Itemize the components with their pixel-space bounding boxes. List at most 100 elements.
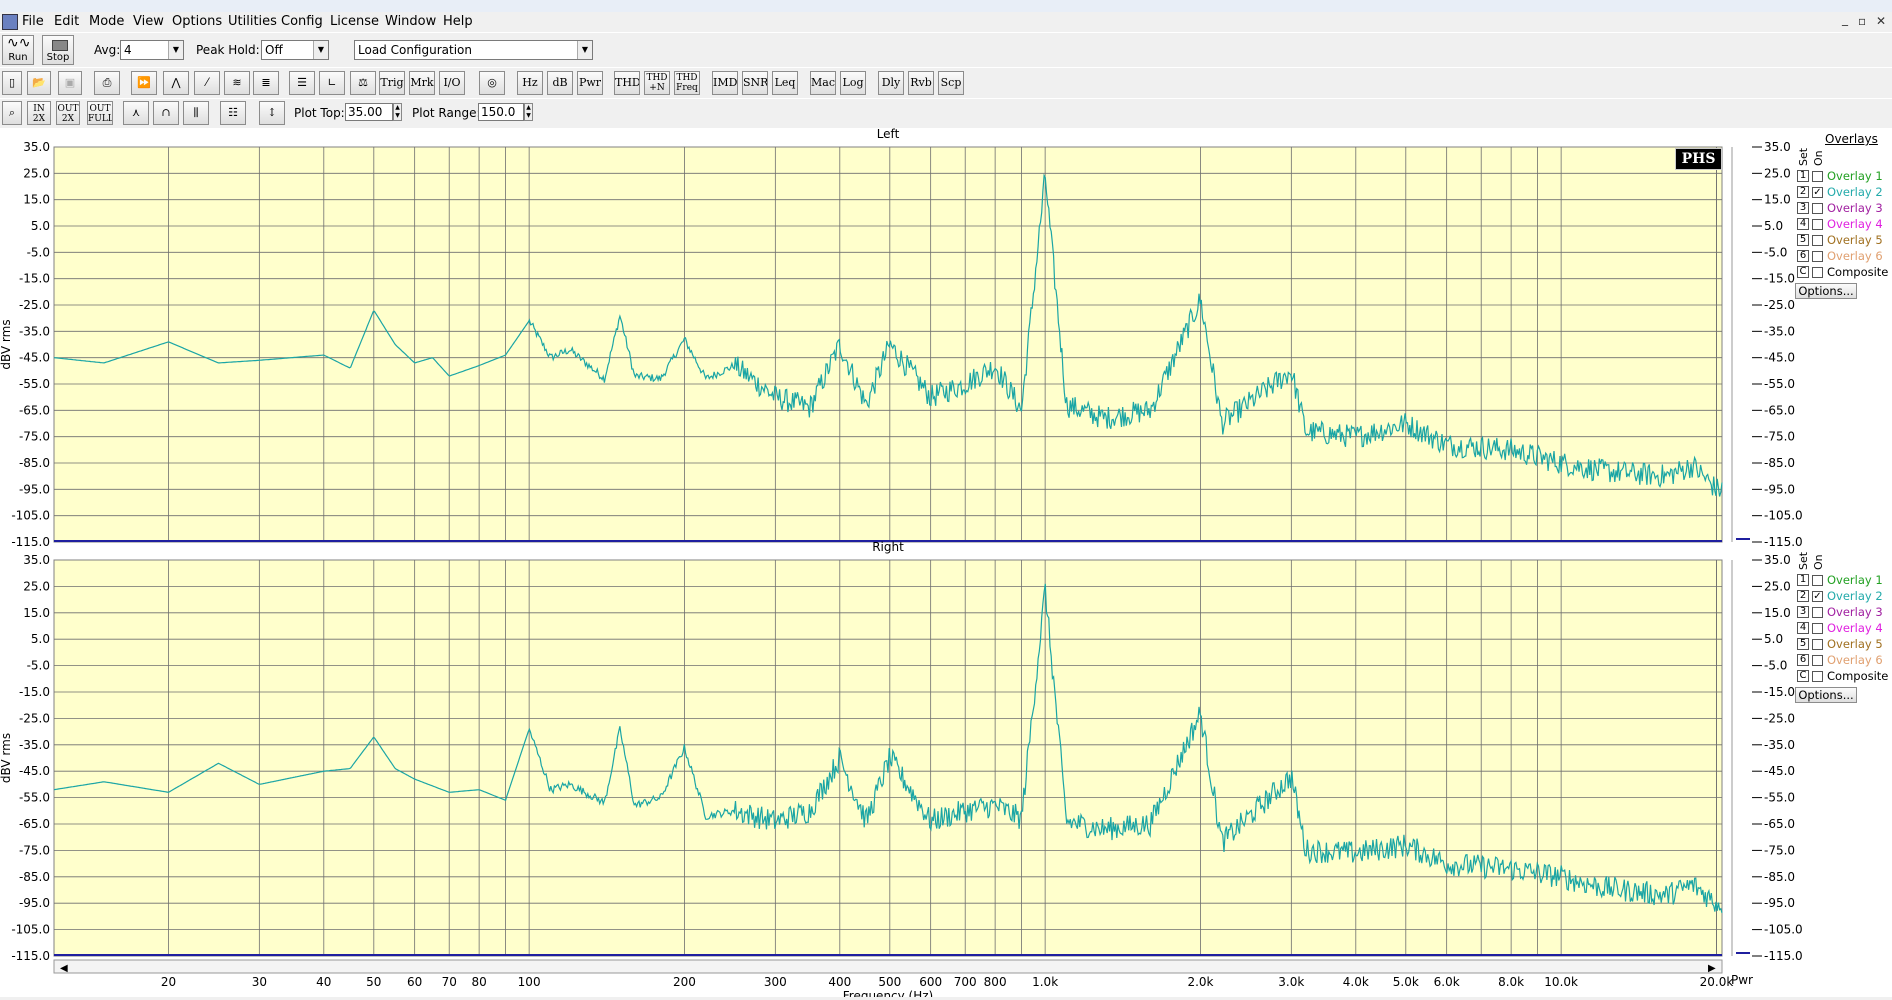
leq-button[interactable]: Leq [772,71,798,95]
thd-freq-button[interactable]: THD Freq [674,71,700,95]
range-icon[interactable]: ↕ [259,101,285,125]
app-icon[interactable] [2,14,18,30]
octave-icon[interactable]: ☰ [289,71,315,95]
chevron-down-icon[interactable]: ▼ [313,41,328,59]
open-icon[interactable]: 📂 [27,71,51,95]
restore-icon[interactable]: ▫ [1858,14,1866,28]
dly-button[interactable]: Dly [878,71,904,95]
minimize-icon[interactable]: _ [1842,12,1848,26]
generator-icon[interactable]: ◎ [479,71,505,95]
save-icon[interactable]: ▣ [58,71,82,95]
menu-license[interactable]: License [330,14,379,29]
overlay-checkbox[interactable] [1812,575,1823,586]
peak-hold-select[interactable]: Off ▼ [261,40,329,60]
menu-help[interactable]: Help [443,14,473,29]
menu-mode[interactable]: Mode [89,14,124,29]
mrk-button[interactable]: Mrk [409,71,435,95]
overlay-checkbox[interactable] [1812,623,1823,634]
overlay-checkbox[interactable] [1812,235,1823,246]
plot-top-spinner[interactable]: ▲ ▼ [393,103,402,121]
imd-button[interactable]: IMD [712,71,738,95]
overlay-checkbox[interactable] [1812,219,1823,230]
bars-icon[interactable]: ⫼ [183,101,209,125]
overlay-set-button[interactable]: 2 [1797,590,1809,602]
run-button[interactable]: ∿∿ Run [2,35,34,65]
log-button[interactable]: Log [840,71,866,95]
overlay-checkbox[interactable] [1812,607,1823,618]
chevron-down-icon[interactable]: ▼ [168,41,183,59]
overlay-checkbox[interactable] [1812,171,1823,182]
waterfall-icon[interactable]: ≋ [224,71,250,95]
horizontal-scrollbar[interactable] [53,959,1723,974]
overlay-options-button[interactable]: Options... [1795,687,1857,703]
avg-select[interactable]: 4 ▼ [120,40,184,60]
configuration-select[interactable]: Load Configuration ▼ [354,40,593,60]
table-icon[interactable]: ☷ [220,101,246,125]
scope-icon[interactable]: ⁄ [194,71,220,95]
overlay-checkbox[interactable] [1812,671,1823,682]
zoom-icon[interactable]: ⌕ [2,101,22,125]
menu-file[interactable]: File [22,14,44,29]
overlay-set-button[interactable]: 3 [1797,606,1809,618]
new-icon[interactable]: ▯ [2,71,22,95]
mac-button[interactable]: Mac [810,71,836,95]
menu-view[interactable]: View [133,14,164,29]
overlay-set-button[interactable]: 1 [1797,574,1809,586]
overlay-set-button[interactable]: 3 [1797,202,1809,214]
overlay-checkbox[interactable] [1812,267,1823,278]
overlay-set-button[interactable]: 6 [1797,250,1809,262]
overlay-checkbox[interactable]: ✓ [1812,187,1823,198]
close-icon[interactable]: ✕ [1876,14,1886,28]
scroll-left-icon[interactable]: ◀ [60,963,68,974]
snr-button[interactable]: SNR [742,71,768,95]
menu-config[interactable]: Config [281,14,323,29]
fast-forward-icon[interactable]: ⏩ [131,71,157,95]
overlay-checkbox[interactable] [1812,251,1823,262]
overlay-set-button[interactable]: 5 [1797,234,1809,246]
menu-window[interactable]: Window [385,14,436,29]
plot-range-input[interactable]: 150.0 [478,103,524,121]
overlay-set-button[interactable]: C [1797,266,1809,278]
peak-icon[interactable]: ⋏ [123,101,149,125]
pwr-button[interactable]: Pwr [577,71,603,95]
hz-button[interactable]: Hz [517,71,543,95]
thd-button[interactable]: THD [614,71,640,95]
menu-utilities[interactable]: Utilities [228,14,277,29]
trig-button[interactable]: Trig [379,71,405,95]
overlay-set-button[interactable]: 4 [1797,622,1809,634]
overlay-set-button[interactable]: 4 [1797,218,1809,230]
overlay-checkbox[interactable] [1812,639,1823,650]
overlay-set-button[interactable]: C [1797,670,1809,682]
menu-edit[interactable]: Edit [54,14,79,29]
spectrum-icon[interactable]: ⋀ [163,71,189,95]
y-tick-label-right: -65.0 [1764,403,1795,417]
stop-button[interactable]: Stop [42,35,74,65]
overlay-set-button[interactable]: 5 [1797,638,1809,650]
zoom-out-2x-button[interactable]: OUT 2X [56,101,80,125]
overlay-options-button[interactable]: Options... [1795,283,1857,299]
overlay-set-button[interactable]: 1 [1797,170,1809,182]
overlay-checkbox[interactable]: ✓ [1812,591,1823,602]
thdn-button[interactable]: THD +N [644,71,670,95]
io-button[interactable]: I/O [439,71,465,95]
overlay-checkbox[interactable] [1812,203,1823,214]
menu-options[interactable]: Options [172,14,222,29]
plot-range-spinner[interactable]: ▲ ▼ [524,103,533,121]
axis-icon[interactable]: ∟ [319,71,345,95]
overlay-set-button[interactable]: 6 [1797,654,1809,666]
rvb-button[interactable]: Rvb [908,71,934,95]
x-tick-label: 40 [316,975,331,989]
weight-icon[interactable]: ⚖ [350,71,376,95]
overlay-set-button[interactable]: 2 [1797,186,1809,198]
db-button[interactable]: dB [547,71,573,95]
print-icon[interactable]: ⎙ [94,71,120,95]
overlay-checkbox[interactable] [1812,655,1823,666]
plot-top-input[interactable]: 35.00 [345,103,393,121]
scroll-right-icon[interactable]: ▶ [1708,963,1716,974]
zoom-out-full-button[interactable]: OUT FULL [87,101,113,125]
scp-button[interactable]: Scp [938,71,964,95]
spectrogram-icon[interactable]: ≣ [253,71,279,95]
chevron-down-icon[interactable]: ▼ [577,41,592,59]
zoom-in-2x-button[interactable]: IN 2X [27,101,51,125]
smooth-icon[interactable]: ∩ [153,101,179,125]
